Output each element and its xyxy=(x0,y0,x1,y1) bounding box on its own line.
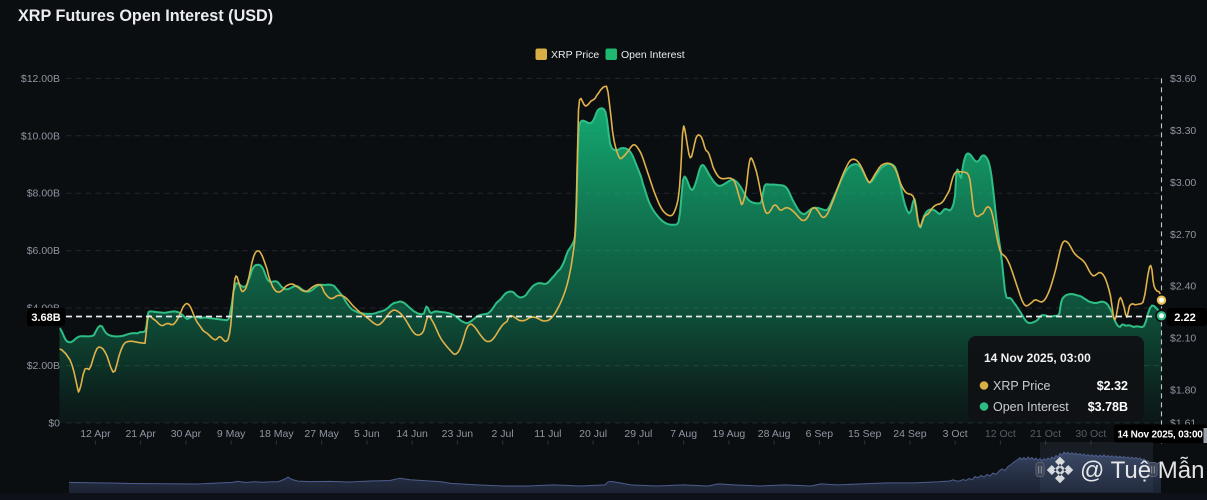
svg-text:$3.30: $3.30 xyxy=(1170,125,1196,137)
svg-text:$2.70: $2.70 xyxy=(1170,229,1196,241)
svg-text:7 Aug: 7 Aug xyxy=(670,428,697,440)
svg-text:27 May: 27 May xyxy=(304,428,339,440)
svg-text:Open Interest: Open Interest xyxy=(621,49,685,61)
svg-text:$2.00B: $2.00B xyxy=(27,360,60,372)
svg-text:3.68B: 3.68B xyxy=(31,312,60,324)
svg-text:$1.80: $1.80 xyxy=(1170,385,1196,397)
svg-text:$10.00B: $10.00B xyxy=(21,130,60,142)
svg-text:$2.10: $2.10 xyxy=(1170,333,1196,345)
svg-text:18 May: 18 May xyxy=(259,428,294,440)
svg-text:20 Jul: 20 Jul xyxy=(579,428,607,440)
svg-text:11 Jul: 11 Jul xyxy=(534,428,561,440)
svg-text:5 Jun: 5 Jun xyxy=(354,428,380,440)
svg-text:XRP Price: XRP Price xyxy=(993,379,1050,393)
svg-text:14 Nov 2025, 03:00: 14 Nov 2025, 03:00 xyxy=(984,351,1091,365)
svg-text:$6.00B: $6.00B xyxy=(27,245,60,257)
svg-text:21 Oct: 21 Oct xyxy=(1030,428,1061,440)
svg-text:Open Interest: Open Interest xyxy=(993,400,1069,414)
svg-text:14 Jun: 14 Jun xyxy=(396,428,428,440)
svg-text:$2.40: $2.40 xyxy=(1170,281,1196,293)
svg-text:$2.32: $2.32 xyxy=(1097,379,1128,393)
svg-text:14 Nov 2025, 03:00: 14 Nov 2025, 03:00 xyxy=(1117,430,1203,441)
svg-text:15 Sep: 15 Sep xyxy=(848,428,881,440)
svg-text:$0: $0 xyxy=(48,418,60,430)
svg-text:12 Apr: 12 Apr xyxy=(80,428,111,440)
svg-text:9 May: 9 May xyxy=(217,428,246,440)
svg-text:30 Apr: 30 Apr xyxy=(171,428,202,440)
svg-text:2.22: 2.22 xyxy=(1174,312,1195,324)
svg-text:3 Oct: 3 Oct xyxy=(943,428,968,440)
svg-text:XRP Futures Open Interest (USD: XRP Futures Open Interest (USD) xyxy=(18,7,273,25)
svg-text:24 Sep: 24 Sep xyxy=(893,428,926,440)
svg-text:29 Jul: 29 Jul xyxy=(624,428,652,440)
svg-text:@ Tuệ Mẫn: @ Tuệ Mẫn xyxy=(1080,457,1204,484)
svg-text:$3.60: $3.60 xyxy=(1170,73,1196,85)
svg-text:30 Oct: 30 Oct xyxy=(1075,428,1106,440)
svg-text:6 Sep: 6 Sep xyxy=(806,428,834,440)
svg-text:21 Apr: 21 Apr xyxy=(125,428,156,440)
svg-text:$12.00B: $12.00B xyxy=(21,73,60,85)
svg-text:19 Aug: 19 Aug xyxy=(713,428,746,440)
svg-text:12 Oct: 12 Oct xyxy=(985,428,1016,440)
svg-text:2 Jul: 2 Jul xyxy=(492,428,514,440)
svg-text:$3.00: $3.00 xyxy=(1170,177,1196,189)
svg-text:23 Jun: 23 Jun xyxy=(442,428,474,440)
svg-text:XRP Price: XRP Price xyxy=(551,49,599,61)
svg-text:28 Aug: 28 Aug xyxy=(758,428,791,440)
svg-text:$8.00B: $8.00B xyxy=(27,188,60,200)
svg-text:$3.78B: $3.78B xyxy=(1088,400,1128,414)
